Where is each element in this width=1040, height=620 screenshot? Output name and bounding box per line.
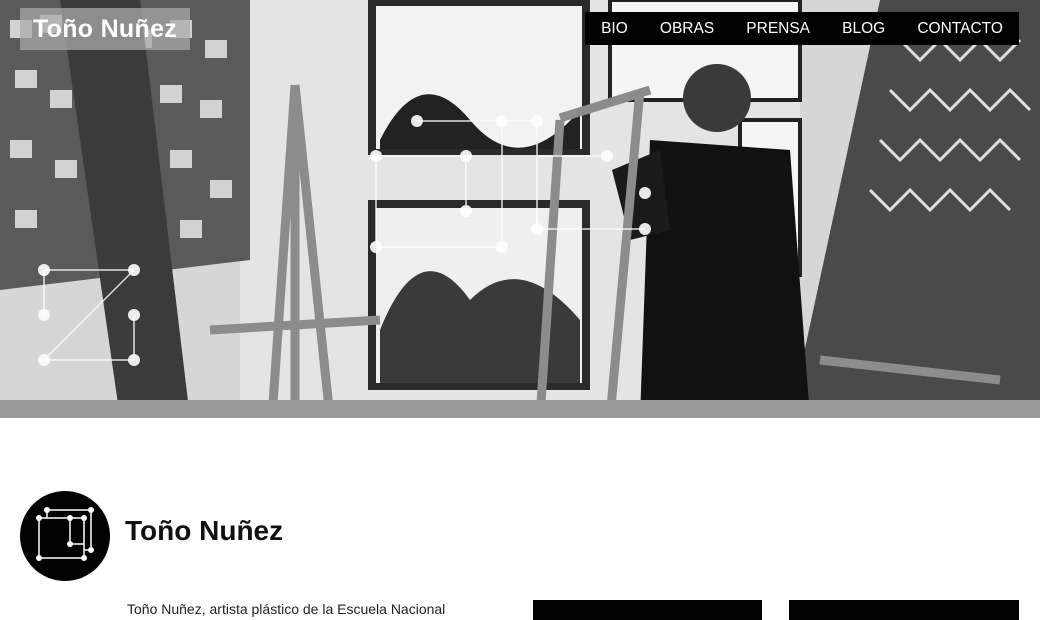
nav-item-bio[interactable]: BIO <box>595 20 634 38</box>
site-logo-text: Toño Nuñez <box>32 14 178 43</box>
cube-outline-icon <box>36 507 94 561</box>
artwork-thumbnail[interactable] <box>533 600 762 620</box>
nav-item-contacto[interactable]: CONTACTO <box>911 20 1009 38</box>
main-nav: BIO OBRAS PRENSA BLOG CONTACTO <box>585 12 1019 45</box>
bio-text: Toño Nuñez, artista plástico de la Escue… <box>127 601 446 617</box>
nav-item-prensa[interactable]: PRENSA <box>740 20 816 38</box>
profile-name: Toño Nuñez <box>125 515 284 546</box>
nav-item-blog[interactable]: BLOG <box>836 20 891 38</box>
hero-banner: Toño Nuñez BIO OBRAS PRENSA BLOG CONTACT… <box>0 0 1040 418</box>
avatar <box>20 491 110 581</box>
artwork-thumbnail[interactable] <box>789 600 1019 620</box>
nav-item-obras[interactable]: OBRAS <box>654 20 720 38</box>
hero-photo <box>0 0 1040 418</box>
site-logo[interactable]: Toño Nuñez <box>20 8 190 50</box>
